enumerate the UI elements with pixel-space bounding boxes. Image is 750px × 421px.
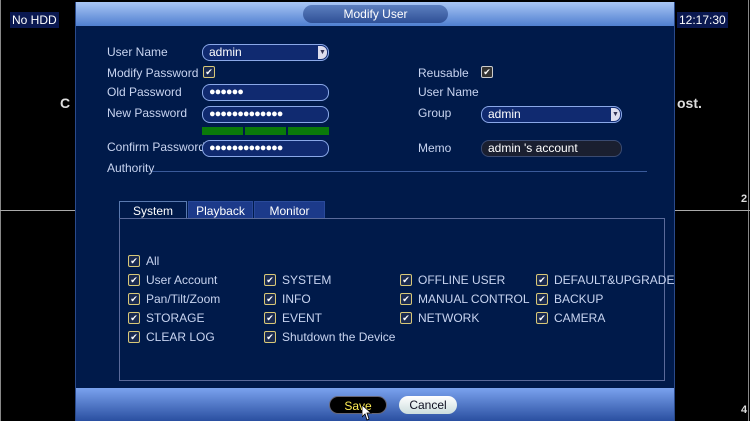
permission-label: MANUAL CONTROL [418,292,530,306]
checkbox[interactable]: ✔ [400,274,412,286]
permission-item[interactable]: ✔ Pan/Tilt/Zoom [128,292,220,306]
modify-password-checkbox[interactable]: ✔ [203,66,215,78]
background-text: ost. [677,95,702,111]
permission-item[interactable]: ✔ NETWORK [400,311,479,325]
confirm-password-label: Confirm Password [107,140,206,154]
hdd-status: No HDD [10,12,59,28]
modify-user-dialog: Modify User User Name admin ▼ Modify Pas… [75,2,675,421]
user-name-label: User Name [107,45,168,59]
authority-label: Authority [107,161,155,175]
group-label: Group [418,106,452,120]
tab-monitor[interactable]: Monitor [254,201,325,219]
permission-label: DEFAULT&UPGRADE [554,273,675,287]
permission-label: User Account [146,273,218,287]
checkbox[interactable]: ✔ [128,274,140,286]
checkbox[interactable]: ✔ [128,255,140,267]
modify-password-label: Modify Password [107,66,199,80]
mouse-cursor-icon [362,405,372,421]
permission-label: BACKUP [554,292,604,306]
permission-all[interactable]: ✔ All [128,254,159,268]
strength-segment [288,127,329,135]
permission-item[interactable]: ✔ MANUAL CONTROL [400,292,530,306]
user-name-value: admin [209,45,242,59]
reusable-label: Reusable [418,66,469,80]
permission-label: INFO [282,292,311,306]
permission-item[interactable]: ✔ DEFAULT&UPGRADE [536,273,674,287]
permission-label: Pan/Tilt/Zoom [146,292,221,306]
group-select[interactable]: admin ▼ [481,106,622,123]
dialog-title: Modify User [303,5,448,23]
group-value: admin [488,107,521,121]
checkbox[interactable]: ✔ [128,312,140,324]
permission-item[interactable]: ✔ INFO [264,292,311,306]
permission-label: OFFLINE USER [418,273,506,287]
new-password-label: New Password [107,106,188,120]
permission-item[interactable]: ✔ EVENT [264,311,322,325]
tab-system[interactable]: System [119,201,187,219]
clock: 12:17:30 [677,12,728,28]
checkbox[interactable]: ✔ [128,331,140,343]
permission-item[interactable]: ✔ STORAGE [128,311,204,325]
checkbox[interactable]: ✔ [264,312,276,324]
old-password-input[interactable]: ●●●●●● [202,84,329,101]
channel-number: 4 [741,404,748,416]
permission-label: All [146,254,160,268]
permission-label: NETWORK [418,311,480,325]
save-button[interactable]: Save [329,396,387,414]
checkbox[interactable]: ✔ [400,293,412,305]
chevron-down-icon: ▼ [318,46,327,59]
divider [152,171,647,172]
checkbox[interactable]: ✔ [128,293,140,305]
permission-label: CLEAR LOG [146,330,215,344]
old-password-label: Old Password [107,85,182,99]
permission-item[interactable]: ✔ SYSTEM [264,273,331,287]
permission-label: STORAGE [146,311,205,325]
checkbox[interactable]: ✔ [264,274,276,286]
permission-label: EVENT [282,311,323,325]
permission-item[interactable]: ✔ User Account [128,273,217,287]
user-name-right-label: User Name [418,85,479,99]
permission-item[interactable]: ✔ OFFLINE USER [400,273,505,287]
permission-label: CAMERA [554,311,606,325]
permission-item[interactable]: ✔ Shutdown the Device [264,330,395,344]
background-text: C [60,95,71,111]
permission-label: SYSTEM [282,273,332,287]
user-name-select[interactable]: admin ▼ [202,44,329,61]
checkbox[interactable]: ✔ [536,293,548,305]
strength-segment [245,127,286,135]
checkbox[interactable]: ✔ [400,312,412,324]
checkbox[interactable]: ✔ [536,312,548,324]
checkbox[interactable]: ✔ [264,331,276,343]
strength-segment [202,127,243,135]
chevron-down-icon: ▼ [611,108,620,121]
memo-label: Memo [418,141,452,155]
checkbox[interactable]: ✔ [264,293,276,305]
permission-label: Shutdown the Device [282,330,396,344]
new-password-input[interactable]: ●●●●●●●●●●●●● [202,106,329,123]
channel-number: 2 [741,193,748,205]
permission-item[interactable]: ✔ CAMERA [536,311,605,325]
permission-item[interactable]: ✔ BACKUP [536,292,603,306]
cancel-button[interactable]: Cancel [399,396,457,414]
dialog-footer: Save Cancel [76,388,674,421]
title-bar: Modify User [76,2,674,26]
password-strength-bar [202,127,329,135]
reusable-checkbox[interactable]: ✔ [481,66,493,78]
memo-input[interactable]: admin 's account [481,140,622,157]
permission-item[interactable]: ✔ CLEAR LOG [128,330,215,344]
checkbox[interactable]: ✔ [536,274,548,286]
tab-playback[interactable]: Playback [188,201,253,219]
confirm-password-input[interactable]: ●●●●●●●●●●●●● [202,140,329,157]
